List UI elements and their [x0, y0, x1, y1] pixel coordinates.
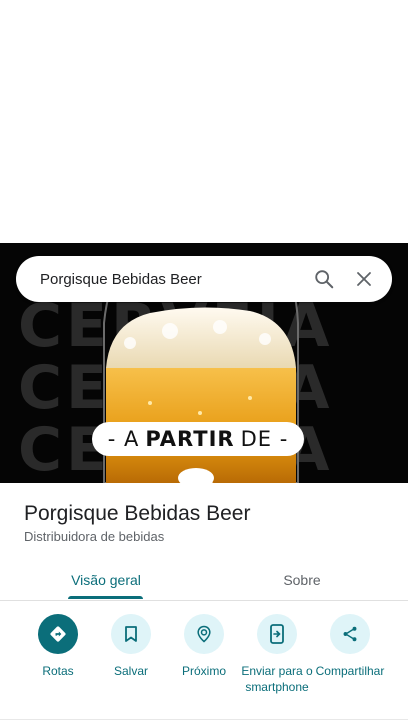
active-tab-indicator	[68, 596, 143, 599]
sheet-drag-handle[interactable]	[184, 482, 216, 492]
nearby-icon[interactable]	[184, 614, 224, 654]
promo-banner: - A PARTIR DE -	[92, 422, 304, 456]
directions-label: Rotas	[42, 664, 74, 678]
search-bar[interactable]: Porgisque Bebidas Beer	[16, 256, 392, 302]
search-input[interactable]: Porgisque Bebidas Beer	[40, 271, 304, 288]
map-area[interactable]	[0, 0, 408, 243]
bookmark-icon[interactable]	[111, 614, 151, 654]
send-to-phone-button[interactable]: Enviar para o smartphone	[239, 614, 315, 695]
save-button[interactable]: Salvar	[93, 614, 169, 679]
send-to-phone-label: Enviar para o smartphone	[241, 664, 313, 694]
action-bar: Rotas Salvar Próximo Enviar para o smart…	[0, 614, 408, 714]
directions-button[interactable]: Rotas	[20, 614, 96, 679]
tab-overview[interactable]: Visão geral	[4, 560, 208, 600]
share-icon[interactable]	[330, 614, 370, 654]
share-label: Compartilhar	[315, 664, 385, 678]
tab-about[interactable]: Sobre	[200, 560, 404, 600]
divider	[0, 719, 408, 720]
promo-text-post: DE -	[240, 427, 289, 451]
nearby-button[interactable]: Próximo	[166, 614, 242, 679]
send-to-phone-icon[interactable]	[257, 614, 297, 654]
share-button[interactable]: Compartilhar	[312, 614, 388, 679]
place-title: Porgisque Bebidas Beer	[24, 502, 251, 525]
search-icon[interactable]	[304, 259, 344, 299]
nearby-label: Próximo	[181, 664, 226, 678]
directions-icon[interactable]	[38, 614, 78, 654]
tab-bar: Visão geral Sobre	[0, 560, 408, 601]
promo-text-pre: - A	[107, 427, 140, 451]
close-icon[interactable]	[344, 259, 384, 299]
promo-text-bold: PARTIR	[145, 427, 235, 451]
save-label: Salvar	[113, 664, 148, 678]
place-category: Distribuidora de bebidas	[24, 529, 165, 544]
